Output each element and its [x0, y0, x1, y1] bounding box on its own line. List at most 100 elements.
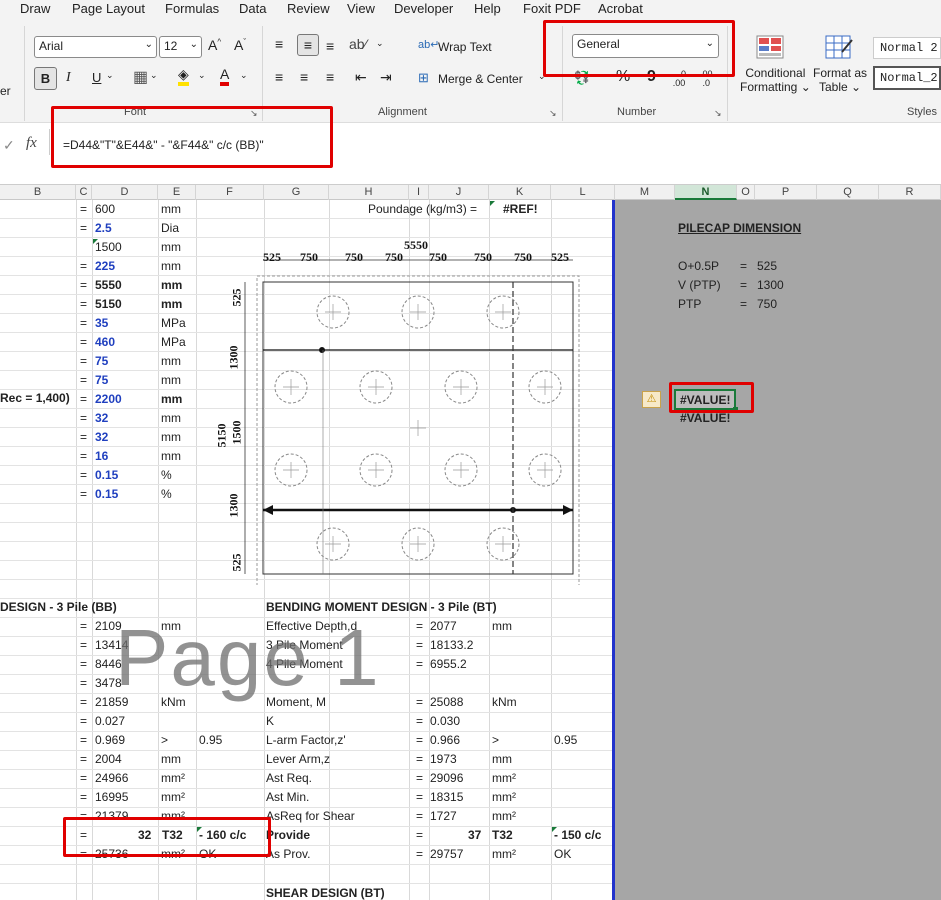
column-header-l[interactable]: L	[551, 185, 615, 200]
alignment-dialog-launcher-icon[interactable]: ↘	[549, 108, 557, 119]
underline-button[interactable]: U	[92, 70, 101, 85]
menu-draw[interactable]: Draw	[20, 1, 50, 16]
column-header-f[interactable]: F	[196, 185, 264, 200]
pilecap-row-val-3[interactable]: 750	[757, 297, 777, 311]
column-header-k[interactable]: K	[489, 185, 551, 200]
bt-prov-val[interactable]: 29757	[430, 847, 463, 861]
style-normal-2[interactable]: Normal 2	[873, 37, 941, 59]
param-value[interactable]: 225	[95, 259, 115, 273]
column-header-r[interactable]: R	[879, 185, 941, 200]
column-header-g[interactable]: G	[264, 185, 329, 200]
chevron-down-icon[interactable]: ⌄	[150, 70, 158, 81]
conditional-formatting-button[interactable]: Conditional Formatting ⌄	[740, 66, 811, 94]
column-header-e[interactable]: E	[158, 185, 196, 200]
decrease-indent-icon[interactable]: ⇤	[355, 69, 367, 86]
italic-button[interactable]: I	[66, 70, 71, 86]
column-header-i[interactable]: I	[409, 185, 429, 200]
pilecap-row-val-1[interactable]: 525	[757, 259, 777, 273]
menu-review[interactable]: Review	[287, 1, 330, 16]
font-size-select[interactable]: 12 ⌄	[159, 36, 202, 58]
error-value-2[interactable]: #VALUE!	[680, 411, 730, 425]
menu-acrobat[interactable]: Acrobat	[598, 1, 643, 16]
param-value[interactable]: 460	[95, 335, 115, 349]
param-value[interactable]: 0.15	[95, 468, 118, 482]
bb-row-val[interactable]: 16995	[95, 790, 128, 804]
menu-foxit-pdf[interactable]: Foxit PDF	[523, 1, 581, 16]
chevron-down-icon[interactable]: ⌄	[240, 70, 248, 81]
increase-indent-icon[interactable]: ⇥	[380, 69, 392, 86]
merge-center-button[interactable]: Merge & Center	[438, 72, 523, 86]
bt-row-val[interactable]: 0.966	[430, 733, 460, 747]
param-value[interactable]: 32	[95, 411, 108, 425]
column-header-c[interactable]: C	[76, 185, 92, 200]
bb-row-val[interactable]: 0.027	[95, 714, 125, 728]
column-header-q[interactable]: Q	[817, 185, 879, 200]
chevron-down-icon[interactable]: ⌄	[198, 70, 206, 81]
bt-row-val[interactable]: 1973	[430, 752, 457, 766]
pilecap-row-val-2[interactable]: 1300	[757, 278, 784, 292]
number-dialog-launcher-icon[interactable]: ↘	[714, 108, 722, 119]
menu-page-layout[interactable]: Page Layout	[72, 1, 145, 16]
bt-row-val[interactable]: 18315	[430, 790, 463, 804]
column-header-p[interactable]: P	[755, 185, 817, 200]
orientation-icon[interactable]: ab⁄	[349, 36, 367, 52]
column-header-h[interactable]: H	[329, 185, 409, 200]
bt-row-val[interactable]: 1727	[430, 809, 457, 823]
poundage-value[interactable]: #REF!	[503, 202, 538, 216]
param-value[interactable]: 32	[95, 430, 108, 444]
bb-row-val[interactable]: 24966	[95, 771, 128, 785]
bt-row-val[interactable]: 2077	[430, 619, 457, 633]
bt-row-val[interactable]: 6955.2	[430, 657, 467, 671]
param-value[interactable]: 600	[95, 202, 115, 216]
param-value[interactable]: 1500	[95, 240, 122, 254]
menu-data[interactable]: Data	[239, 1, 266, 16]
column-header-j[interactable]: J	[429, 185, 489, 200]
param-value[interactable]: 2200	[95, 392, 122, 406]
param-value[interactable]: 5550	[95, 278, 122, 292]
column-header-b[interactable]: B	[0, 185, 76, 200]
fill-color-icon[interactable]: ◈	[178, 66, 189, 86]
borders-icon[interactable]: ▦	[133, 67, 148, 87]
bb-row-val[interactable]: 0.969	[95, 733, 125, 747]
bt-provide-num[interactable]: 37	[468, 828, 481, 842]
style-normal-underscore-2[interactable]: Normal_2	[873, 66, 941, 90]
bt-provide-spacing[interactable]: - 150 c/c	[554, 828, 601, 842]
menu-help[interactable]: Help	[474, 1, 501, 16]
format-as-table-button[interactable]: Format as Table ⌄	[813, 66, 867, 94]
bt-row-val[interactable]: 18133.2	[430, 638, 473, 652]
bt-row-val[interactable]: 0.030	[430, 714, 460, 728]
font-color-icon[interactable]: A	[220, 66, 230, 86]
bt-row-val[interactable]: 29096	[430, 771, 463, 785]
column-header-n[interactable]: N	[675, 185, 737, 200]
align-bottom-icon[interactable]: ≡	[326, 38, 334, 54]
wrap-text-button[interactable]: Wrap Text	[438, 40, 492, 54]
param-value[interactable]: 16	[95, 449, 108, 463]
column-header-m[interactable]: M	[615, 185, 675, 200]
param-value[interactable]: 75	[95, 373, 108, 387]
align-left-icon[interactable]: ≡	[275, 69, 283, 85]
bb-row-val[interactable]: 2004	[95, 752, 122, 766]
worksheet-grid[interactable]: = 600 mm = 2.5 Dia 1500 mm = 225 mm = 5550 mm = 5150 mm =…	[0, 200, 614, 900]
param-value[interactable]: 5150	[95, 297, 122, 311]
font-name-select[interactable]: Arial ⌄	[34, 36, 157, 58]
bt-row-val[interactable]: 25088	[430, 695, 463, 709]
param-value[interactable]: 2.5	[95, 221, 112, 235]
bold-button[interactable]: B	[34, 67, 57, 90]
align-top-icon[interactable]: ≡	[275, 36, 283, 52]
column-header-o[interactable]: O	[737, 185, 755, 200]
chevron-down-icon[interactable]: ⌄	[106, 70, 114, 81]
align-center-icon[interactable]: ≡	[300, 69, 308, 85]
chevron-down-icon[interactable]: ⌄	[376, 38, 384, 49]
warning-icon[interactable]: ⚠	[642, 391, 661, 408]
column-header-d[interactable]: D	[92, 185, 158, 200]
menu-view[interactable]: View	[347, 1, 375, 16]
fx-icon[interactable]: fx	[26, 135, 37, 152]
align-middle-icon[interactable]: ≡	[297, 34, 319, 56]
increase-font-icon[interactable]: A^	[208, 37, 221, 53]
param-value[interactable]: 75	[95, 354, 108, 368]
menu-developer[interactable]: Developer	[394, 1, 453, 16]
check-icon[interactable]: ✓	[3, 137, 15, 154]
decrease-font-icon[interactable]: Aˇ	[234, 37, 246, 53]
param-value[interactable]: 35	[95, 316, 108, 330]
menu-formulas[interactable]: Formulas	[165, 1, 219, 16]
